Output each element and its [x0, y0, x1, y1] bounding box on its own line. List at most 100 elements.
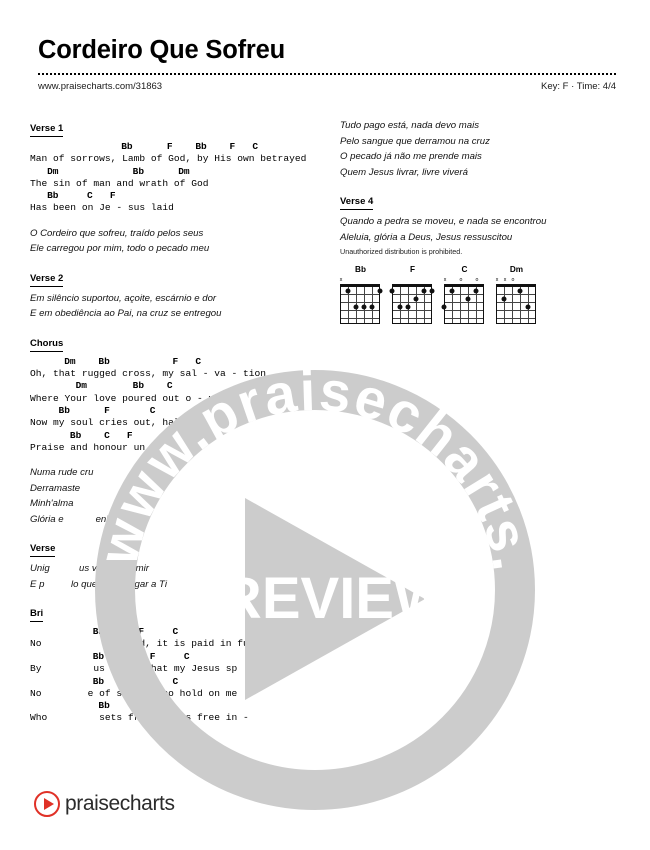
chord-finger-dot: [389, 288, 395, 294]
chord-diagram: Bb x: [339, 265, 383, 325]
chord-line: Bb F C: [30, 675, 179, 687]
chord-diagram-name: Bb: [355, 265, 366, 275]
lyric-line: Derramaste: [30, 482, 81, 494]
section-label: Chorus: [30, 338, 64, 352]
section-label: Bri: [30, 608, 44, 623]
chord-line: Dm Bb Dm: [30, 165, 190, 177]
lyric-line: Has been on Je - sus laid: [30, 202, 174, 214]
lyric-line: Glória e enhor: [30, 513, 121, 525]
lyrics-section: Verse Unig us vieste redimir E p lo que se…: [30, 538, 302, 592]
lyric-line: No is paid, it is paid in full: [30, 638, 261, 650]
lyric-line: O pecado já não me prende mais: [340, 151, 482, 163]
chord-diagram: Dm x x o: [495, 265, 537, 325]
lyric-line: Em silêncio suportou, açoite, escárnio e…: [30, 292, 217, 304]
chord-line: Bb F: [30, 700, 150, 712]
header-meta: www.praisecharts.com/31863 Key: F · Time…: [38, 81, 616, 92]
lyric-line: The sin of man and wrath of God: [30, 177, 209, 189]
chord-finger-dot: [429, 288, 435, 294]
chord-finger-dot: [361, 304, 367, 310]
lyric-line: By us blood that my Jesus sp: [30, 663, 238, 675]
chord-diagram: Cxoo: [441, 265, 485, 325]
lyric-line: Unig us vieste redimir: [30, 563, 149, 575]
lyric-line: Quando a pedra se moveu, e nada se encon…: [340, 216, 547, 228]
chord-fretboard: [496, 284, 536, 325]
lyric-line: Pelo sangue que derramou na cruz: [340, 135, 490, 147]
chord-string-markers: x: [339, 277, 343, 284]
play-triangle-icon: [34, 791, 60, 817]
lyric-line: Quem Jesus livrar, livre viverá: [340, 166, 468, 178]
chord-finger-dot: [405, 304, 411, 310]
copyright-notice: Unauthorized distribution is prohibited.: [340, 247, 463, 257]
chord-finger-dot: [449, 288, 455, 294]
chord-finger-dot: [473, 288, 479, 294]
lyrics-section: Tudo pago está, nada devo mais Pelo sangu…: [340, 118, 612, 180]
lyrics-column-right: Tudo pago está, nada devo mais Pelo sangu…: [339, 118, 612, 325]
section-label: Verse: [30, 543, 56, 558]
lyrics-section: Bri Bb F C No is paid, it is paid in full…: [30, 603, 302, 724]
chord-diagram-name: Dm: [509, 265, 524, 275]
lyric-line: E em obediência ao Pai, na cruz se entre…: [30, 308, 222, 320]
chord-line: Dm Bb C: [30, 380, 173, 392]
lyrics-section: Verse 2 Em silêncio suportou, açoite, esc…: [30, 268, 302, 322]
page-title: Cordeiro Que Sofreu: [38, 36, 285, 64]
chord-string-markers: xoo: [443, 277, 479, 284]
lyrics-section: Verse 4 Quando a pedra se moveu, e nada s…: [340, 191, 612, 245]
chord-finger-dot: [377, 288, 383, 294]
lyric-line: Now my soul cries out, halle: [30, 417, 192, 429]
chord-string-markers: xxo: [495, 277, 515, 284]
lyrics-section: Numa rude cru Derramaste Minh'alma bia Glór…: [30, 465, 302, 527]
lyric-line: Oh, that rugged cross, my sal - va - tio…: [30, 367, 267, 379]
section-label: Verse 2: [30, 273, 64, 287]
chord-diagram-name: C: [461, 265, 468, 275]
lyrics-column-left: Verse 1 Bb F Bb F C Man of sorrows, Lamb …: [30, 118, 307, 725]
lyric-line: Man of sorrows, Lamb of God, by His own …: [30, 153, 307, 165]
chord-finger-dot: [413, 296, 419, 302]
lyric-line: Tudo pago está, nada devo mais: [340, 120, 480, 131]
chord-finger-dot: [397, 304, 403, 310]
chord-finger-dot: [345, 288, 351, 294]
chord-line: Bb F C: [30, 405, 156, 417]
chord-finger-dot: [517, 288, 523, 294]
chord-diagram: F: [389, 265, 435, 325]
header-divider: [38, 73, 616, 76]
chord-line: Bb F C: [30, 650, 190, 662]
chord-finger-dot: [465, 296, 471, 302]
lyric-line: Minh'alma bia: [30, 498, 132, 510]
key-time-info: Key: F · Time: 4/4: [541, 81, 616, 93]
source-url: www.praisecharts.com/31863: [38, 81, 163, 93]
lyrics-section: Verse 1 Bb F Bb F C Man of sorrows, Lamb …: [30, 118, 307, 215]
chord-finger-dot: [441, 304, 447, 310]
lyric-line: Numa rude cru: [30, 467, 94, 479]
chord-line: Bb C F: [30, 429, 133, 441]
chord-finger-dot: [501, 296, 507, 302]
section-label: Verse 1: [30, 123, 64, 137]
lyric-line: Aleluia, glória a Deus, Jesus ressuscito…: [340, 231, 513, 243]
chord-finger-dot: [421, 288, 427, 294]
lyric-line: O Cordeiro que sofreu, traído pelos seus: [30, 227, 204, 239]
chord-string-markers: [392, 277, 433, 284]
lyric-line: Who sets free, oh is free in -: [30, 712, 249, 724]
logo-text: praisecharts: [65, 792, 175, 815]
right-sections: Tudo pago está, nada devo mais Pelo sangu…: [340, 118, 612, 245]
lyric-line: Ele carregou por mim, todo o pecado meu: [30, 243, 210, 255]
lyric-line: Where Your love poured out o - ver me: [30, 392, 244, 404]
chord-finger-dot: [353, 304, 359, 310]
lyrics-section: Chorus Dm Bb F C Oh, that rugged cross, m…: [30, 333, 302, 454]
page-header: Cordeiro Que Sofreu www.praisecharts.com…: [38, 36, 616, 92]
lyrics-section: O Cordeiro que sofreu, traído pelos seus…: [30, 226, 302, 257]
chord-finger-dot: [369, 304, 375, 310]
chord-diagram-name: F: [409, 265, 415, 275]
chord-line: Bb C F: [30, 190, 116, 202]
lyric-line: No e of sin has no hold on me: [30, 687, 238, 699]
sheet-music-page: Cordeiro Que Sofreu www.praisecharts.com…: [0, 0, 650, 850]
chord-fretboard: [340, 284, 383, 325]
praisecharts-logo[interactable]: praisecharts: [34, 791, 175, 817]
lyric-line: E p lo que se entregar a Ti: [30, 578, 167, 590]
chord-fretboard: [389, 284, 435, 325]
